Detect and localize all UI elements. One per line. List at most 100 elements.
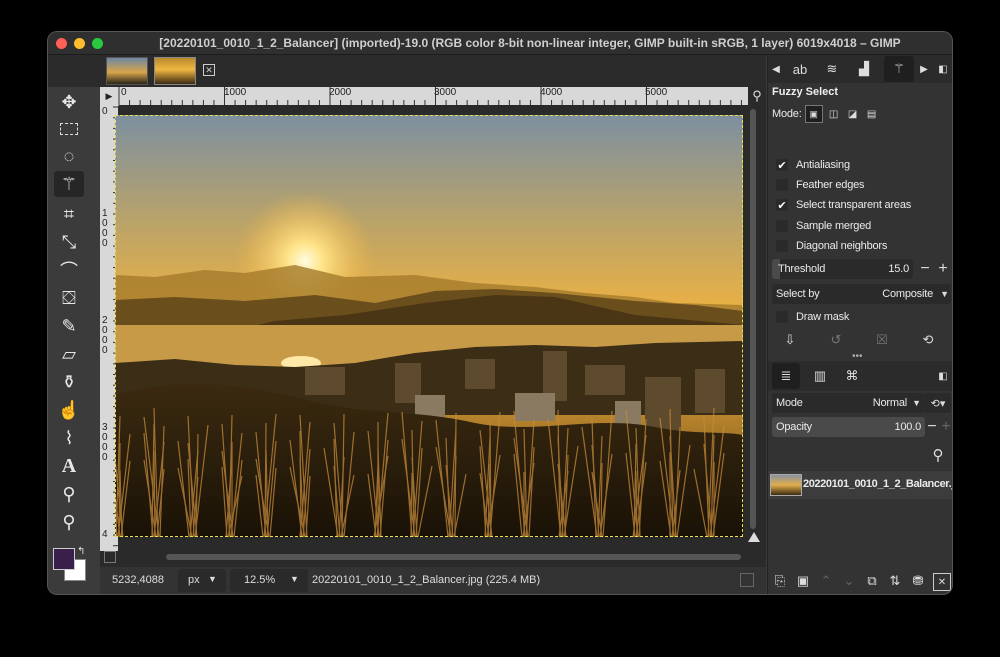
paintbrush-icon[interactable]: ✎ bbox=[54, 313, 84, 339]
layers-footer: ⎘ ▣ ⌃ ⌄ ⧉ ⇅ ⛃ ✕ bbox=[768, 569, 952, 594]
text-icon[interactable]: A bbox=[54, 453, 84, 479]
zoom-select[interactable]: 12.5% ▼ bbox=[230, 569, 308, 592]
checkbox[interactable] bbox=[776, 220, 788, 232]
clone-icon[interactable]: ⚱ bbox=[54, 369, 84, 395]
chevron-right-icon[interactable]: ▶ bbox=[918, 61, 930, 77]
ruler-label: 2000 bbox=[329, 87, 352, 98]
chevron-left-icon[interactable]: ◀ bbox=[770, 61, 782, 77]
canvas-image[interactable] bbox=[115, 115, 743, 537]
tab-tool-options-icon[interactable]: ⚚ bbox=[884, 56, 914, 82]
zoom-fit-icon[interactable]: ⚲ bbox=[748, 87, 766, 105]
threshold-slider[interactable]: Threshold 15.0 bbox=[772, 259, 913, 279]
search-icon[interactable]: ⚲ bbox=[928, 445, 948, 465]
decrease-icon[interactable]: − bbox=[926, 417, 938, 437]
navigation-preview-icon[interactable] bbox=[740, 573, 754, 587]
merge-down-icon[interactable]: ⇅ bbox=[887, 573, 903, 589]
opacity-value: 100.0 bbox=[894, 421, 921, 433]
antialiasing-option[interactable]: ✔ Antialiasing bbox=[776, 156, 949, 174]
new-group-icon[interactable]: ▣ bbox=[795, 573, 811, 589]
opacity-slider[interactable]: Opacity 100.0 bbox=[772, 417, 925, 437]
crop-icon[interactable]: ⌗ bbox=[54, 201, 84, 227]
save-preset-icon[interactable]: ⇩ bbox=[782, 331, 798, 349]
quick-mask-menu-icon[interactable]: ▶ bbox=[100, 87, 119, 106]
image-tabs: ✕ bbox=[48, 55, 766, 87]
eraser-icon[interactable]: ▱ bbox=[54, 341, 84, 367]
raise-layer-icon[interactable]: ⌃ bbox=[818, 573, 834, 589]
sample-merged-label: Sample merged bbox=[796, 220, 872, 232]
tab-paths-icon[interactable]: ⌘ bbox=[838, 363, 866, 389]
layer-mode-value: Normal bbox=[872, 397, 907, 409]
paths-icon[interactable]: ⌇ bbox=[54, 425, 84, 451]
color-picker-icon[interactable]: ⚲ bbox=[54, 481, 84, 507]
mode-subtract-icon[interactable]: ◪ bbox=[845, 106, 861, 122]
lower-layer-icon[interactable]: ⌄ bbox=[841, 573, 857, 589]
vertical-scrollbar[interactable] bbox=[750, 109, 756, 529]
zoom-window-button[interactable] bbox=[92, 38, 103, 49]
chevron-down-icon: ▼ bbox=[290, 574, 299, 584]
swap-colors-icon[interactable]: ↰ bbox=[77, 546, 85, 557]
move-tool-icon[interactable]: ✥ bbox=[54, 89, 84, 115]
feather-option[interactable]: Feather edges bbox=[776, 176, 949, 194]
tab-histogram-icon[interactable]: ▟ bbox=[852, 58, 876, 80]
check-icon[interactable]: ✔ bbox=[776, 199, 788, 212]
delete-preset-icon[interactable]: ☒ bbox=[874, 331, 890, 349]
ruler-label: 3 0 0 0 bbox=[102, 422, 108, 463]
ruler-label: 0 bbox=[121, 87, 127, 98]
increase-icon[interactable]: + bbox=[936, 259, 950, 279]
zoom-icon[interactable]: ⚲ bbox=[54, 509, 84, 535]
pointer-coordinates: 5232,4088 bbox=[112, 574, 164, 586]
opacity-label: Opacity bbox=[776, 421, 812, 433]
horizontal-scrollbar[interactable] bbox=[166, 554, 741, 560]
mode-add-icon[interactable]: ◫ bbox=[826, 106, 842, 122]
unit-value: px bbox=[188, 574, 200, 586]
reset-options-icon[interactable]: ⟲ bbox=[920, 331, 936, 349]
tool-options-title: Fuzzy Select bbox=[772, 86, 839, 98]
lasso-icon[interactable]: ◌ bbox=[54, 143, 84, 169]
tab-channels-icon[interactable]: ▥ bbox=[806, 363, 834, 389]
mode-switch-icon[interactable]: ⟲▾ bbox=[925, 393, 951, 413]
sample-merged-option[interactable]: Sample merged bbox=[776, 217, 949, 235]
mode-intersect-icon[interactable]: ▤ bbox=[864, 106, 880, 122]
minimize-window-button[interactable] bbox=[74, 38, 85, 49]
foreground-color-swatch[interactable] bbox=[53, 548, 75, 570]
checkbox[interactable] bbox=[776, 179, 788, 191]
navigate-icon[interactable] bbox=[748, 532, 760, 542]
bucket-fill-icon[interactable]: ⛋ bbox=[54, 285, 84, 311]
close-window-button[interactable] bbox=[56, 38, 67, 49]
check-icon[interactable]: ✔ bbox=[776, 159, 788, 172]
duplicate-layer-icon[interactable]: ⧉ bbox=[864, 573, 880, 589]
restore-preset-icon[interactable]: ↺ bbox=[828, 331, 844, 349]
increase-icon[interactable]: + bbox=[940, 417, 952, 437]
quick-mask-toggle[interactable] bbox=[104, 551, 116, 563]
layer-row[interactable]: 20220101_0010_1_2_Balancer.jpg bbox=[768, 471, 952, 499]
transform-icon[interactable]: ⤡ bbox=[54, 229, 84, 255]
dock-menu-icon[interactable]: ◧ bbox=[936, 61, 950, 77]
checkbox[interactable] bbox=[776, 240, 788, 252]
mode-replace-icon[interactable]: ▣ bbox=[804, 105, 823, 123]
delete-layer-icon[interactable]: ✕ bbox=[933, 573, 951, 591]
close-tab-icon[interactable]: ✕ bbox=[203, 64, 215, 76]
smudge-icon[interactable]: ☝ bbox=[54, 397, 84, 423]
warp-icon[interactable]: ⌒ bbox=[54, 257, 84, 283]
unit-select[interactable]: px ▼ bbox=[178, 569, 226, 592]
new-layer-icon[interactable]: ⎘ bbox=[772, 573, 788, 589]
transparent-option[interactable]: ✔ Select transparent areas bbox=[776, 196, 949, 214]
image-tab-thumbnail-active[interactable] bbox=[154, 57, 196, 85]
fuzzy-select-icon[interactable]: ⚚ bbox=[54, 171, 84, 197]
decrease-icon[interactable]: − bbox=[918, 259, 932, 279]
image-tab-thumbnail[interactable] bbox=[106, 57, 148, 85]
diagonal-option[interactable]: Diagonal neighbors bbox=[776, 237, 949, 255]
tab-layers-stack-icon[interactable]: ≋ bbox=[820, 58, 844, 80]
tab-fonts-icon[interactable]: ab bbox=[788, 58, 812, 80]
draw-mask-option[interactable]: Draw mask bbox=[776, 308, 949, 326]
tab-layers-icon[interactable]: ≣ bbox=[772, 363, 800, 389]
layer-mode-dropdown[interactable]: Mode Normal ▼ bbox=[772, 393, 925, 413]
select-by-dropdown[interactable]: Select by Composite ▼ bbox=[772, 284, 951, 304]
window-title: [20220101_0010_1_2_Balancer] (imported)-… bbox=[159, 36, 901, 50]
dock-menu-icon[interactable]: ◧ bbox=[936, 369, 950, 383]
chevron-down-icon: ▼ bbox=[208, 574, 217, 584]
add-mask-icon[interactable]: ⛃ bbox=[910, 573, 926, 589]
checkbox[interactable] bbox=[776, 311, 788, 323]
rect-select-icon[interactable] bbox=[54, 116, 84, 142]
ruler-label: 1000 bbox=[224, 87, 247, 98]
